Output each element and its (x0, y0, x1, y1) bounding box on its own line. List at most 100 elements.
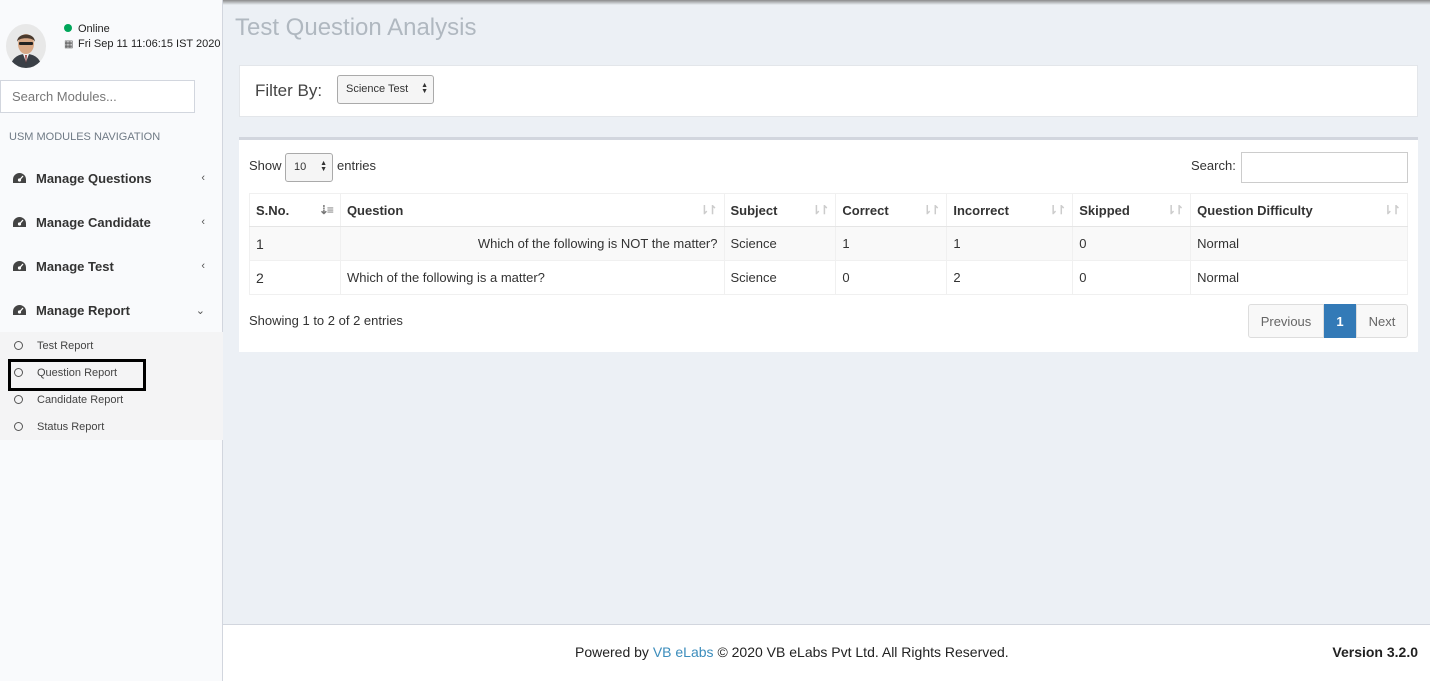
sort-icon: ⇂↾ (699, 203, 717, 217)
page-1-button[interactable]: 1 (1324, 304, 1356, 338)
table-row: 2 Which of the following is a matter? Sc… (249, 260, 1408, 295)
header-label: Skipped (1079, 202, 1130, 218)
cell-correct: 0 (835, 260, 948, 295)
header-label: Subject (730, 202, 778, 218)
header-label: Incorrect (953, 202, 1009, 218)
sidebar: Online ▦ Fri Sep 11 11:06:15 IST 2020 USM… (0, 0, 223, 681)
cell-correct: 1 (835, 226, 948, 261)
column-header-subject[interactable]: Subject ⇂↾ (723, 193, 837, 227)
online-status-dot (64, 24, 72, 32)
nav-header: USM MODULES NAVIGATION (9, 131, 161, 143)
menu-manage-report[interactable]: Manage Report ⌄ (0, 288, 223, 332)
online-status-text: Online (78, 23, 110, 35)
session-datetime: Fri Sep 11 11:06:15 IST 2020 (78, 38, 221, 50)
cell-question: Which of the following is NOT the matter… (339, 226, 725, 261)
pagination: Previous 1 Next (1248, 304, 1408, 338)
cell-incorrect: 2 (946, 260, 1074, 295)
submenu-label: Question Report (37, 366, 118, 379)
copyright-text: © 2020 VB eLabs Pvt Ltd. All Rights Rese… (717, 644, 1009, 660)
cell-subject: Science (723, 260, 837, 295)
page-length-select[interactable]: 10 ▲ ▼ (285, 153, 333, 182)
sort-icon: ⇂↾ (922, 203, 940, 217)
column-header-difficulty[interactable]: Question Difficulty ⇂↾ (1190, 193, 1408, 227)
calendar-icon: ▦ (64, 39, 74, 50)
cell-difficulty: Normal (1190, 260, 1408, 295)
sort-icon: ⇂↾ (1166, 203, 1184, 217)
topbar-shadow (223, 0, 1430, 5)
submenu-candidate-report[interactable]: Candidate Report (0, 386, 223, 413)
select-arrows-icon: ▲ ▼ (320, 160, 327, 173)
column-header-question[interactable]: Question ⇂↾ (339, 193, 725, 227)
column-header-skipped[interactable]: Skipped ⇂↾ (1072, 193, 1192, 227)
dashboard-icon (11, 171, 27, 185)
filter-label: Filter By: (255, 81, 323, 100)
circle-icon (14, 368, 23, 377)
menu-label: Manage Questions (36, 170, 152, 186)
table-info: Showing 1 to 2 of 2 entries (249, 313, 403, 328)
circle-icon (14, 395, 23, 404)
entries-label: entries (337, 158, 377, 173)
cell-skipped: 0 (1072, 260, 1192, 295)
header-label: Question Difficulty (1197, 202, 1313, 218)
report-submenu: Test Report Question Report Candidate Re… (0, 332, 223, 440)
sort-icon: ⇂↾ (1048, 203, 1066, 217)
chevron-left-icon: ‹ (201, 260, 205, 272)
cell-skipped: 0 (1072, 226, 1192, 261)
cell-subject: Science (723, 226, 837, 261)
version-label: Version 3.2.0 (1332, 644, 1418, 660)
column-header-sno[interactable]: S.No. ⇣≡ (249, 193, 341, 227)
cell-difficulty: Normal (1190, 226, 1408, 261)
footer: Powered by VB eLabs © 2020 VB eLabs Pvt … (223, 624, 1430, 681)
dashboard-icon (11, 259, 27, 273)
chevron-left-icon: ‹ (201, 172, 205, 184)
dashboard-icon (11, 303, 27, 317)
user-panel: Online ▦ Fri Sep 11 11:06:15 IST 2020 (0, 0, 223, 72)
cell-incorrect: 1 (946, 226, 1074, 261)
header-label: Correct (842, 202, 889, 218)
menu-manage-test[interactable]: Manage Test ‹ (0, 244, 223, 288)
user-status: Online ▦ Fri Sep 11 11:06:15 IST 2020 (64, 22, 220, 52)
header-label: Question (346, 202, 404, 218)
table-panel: Show 10 ▲ ▼ entries Search: S.No. ⇣≡ Quest… (239, 137, 1418, 352)
submenu-label: Candidate Report (37, 393, 124, 406)
header-label: S.No. (256, 202, 290, 218)
next-page-button[interactable]: Next (1356, 304, 1408, 338)
page-title: Test Question Analysis (235, 14, 477, 41)
cell-question: Which of the following is a matter? (339, 260, 725, 295)
test-filter-select[interactable]: Science Test ▲ ▼ (337, 75, 434, 104)
submenu-status-report[interactable]: Status Report (0, 413, 223, 440)
column-header-incorrect[interactable]: Incorrect ⇂↾ (946, 193, 1074, 227)
menu-label: Manage Report (36, 302, 130, 318)
menu-label: Manage Candidate (36, 214, 151, 230)
submenu-question-report[interactable]: Question Report (0, 359, 223, 386)
vb-elabs-link[interactable]: VB eLabs (653, 644, 714, 660)
table-header-row: S.No. ⇣≡ Question ⇂↾ Subject ⇂↾ Correct ⇂↾ I… (249, 193, 1408, 227)
cell-sno: 1 (249, 226, 341, 261)
search-modules-input[interactable] (0, 80, 195, 113)
page-length-value: 10 (294, 161, 307, 173)
circle-icon (14, 422, 23, 431)
sort-icon: ⇂↾ (811, 203, 829, 217)
menu-label: Manage Test (36, 258, 114, 274)
table-search-input[interactable] (1241, 152, 1408, 183)
powered-by-text: Powered by (575, 644, 649, 660)
chevron-down-icon: ⌄ (195, 304, 205, 317)
circle-icon (14, 341, 23, 350)
question-analysis-table: S.No. ⇣≡ Question ⇂↾ Subject ⇂↾ Correct ⇂↾ I… (249, 193, 1408, 295)
avatar (6, 24, 46, 68)
menu-manage-questions[interactable]: Manage Questions ‹ (0, 156, 223, 200)
submenu-test-report[interactable]: Test Report (0, 332, 223, 359)
previous-page-button[interactable]: Previous (1248, 304, 1324, 338)
footer-text: Powered by VB eLabs © 2020 VB eLabs Pvt … (575, 644, 1009, 660)
sort-icon: ⇂↾ (1382, 203, 1401, 217)
table-row: 1 Which of the following is NOT the matt… (249, 226, 1408, 261)
column-header-correct[interactable]: Correct ⇂↾ (835, 193, 948, 227)
table-search-label: Search: (1191, 158, 1236, 173)
dashboard-icon (11, 215, 27, 229)
test-filter-value: Science Test (346, 83, 409, 95)
sort-asc-icon: ⇣≡ (318, 203, 334, 217)
submenu-label: Test Report (37, 339, 94, 352)
menu-manage-candidate[interactable]: Manage Candidate ‹ (0, 200, 223, 244)
chevron-left-icon: ‹ (201, 216, 205, 228)
cell-sno: 2 (249, 260, 341, 295)
